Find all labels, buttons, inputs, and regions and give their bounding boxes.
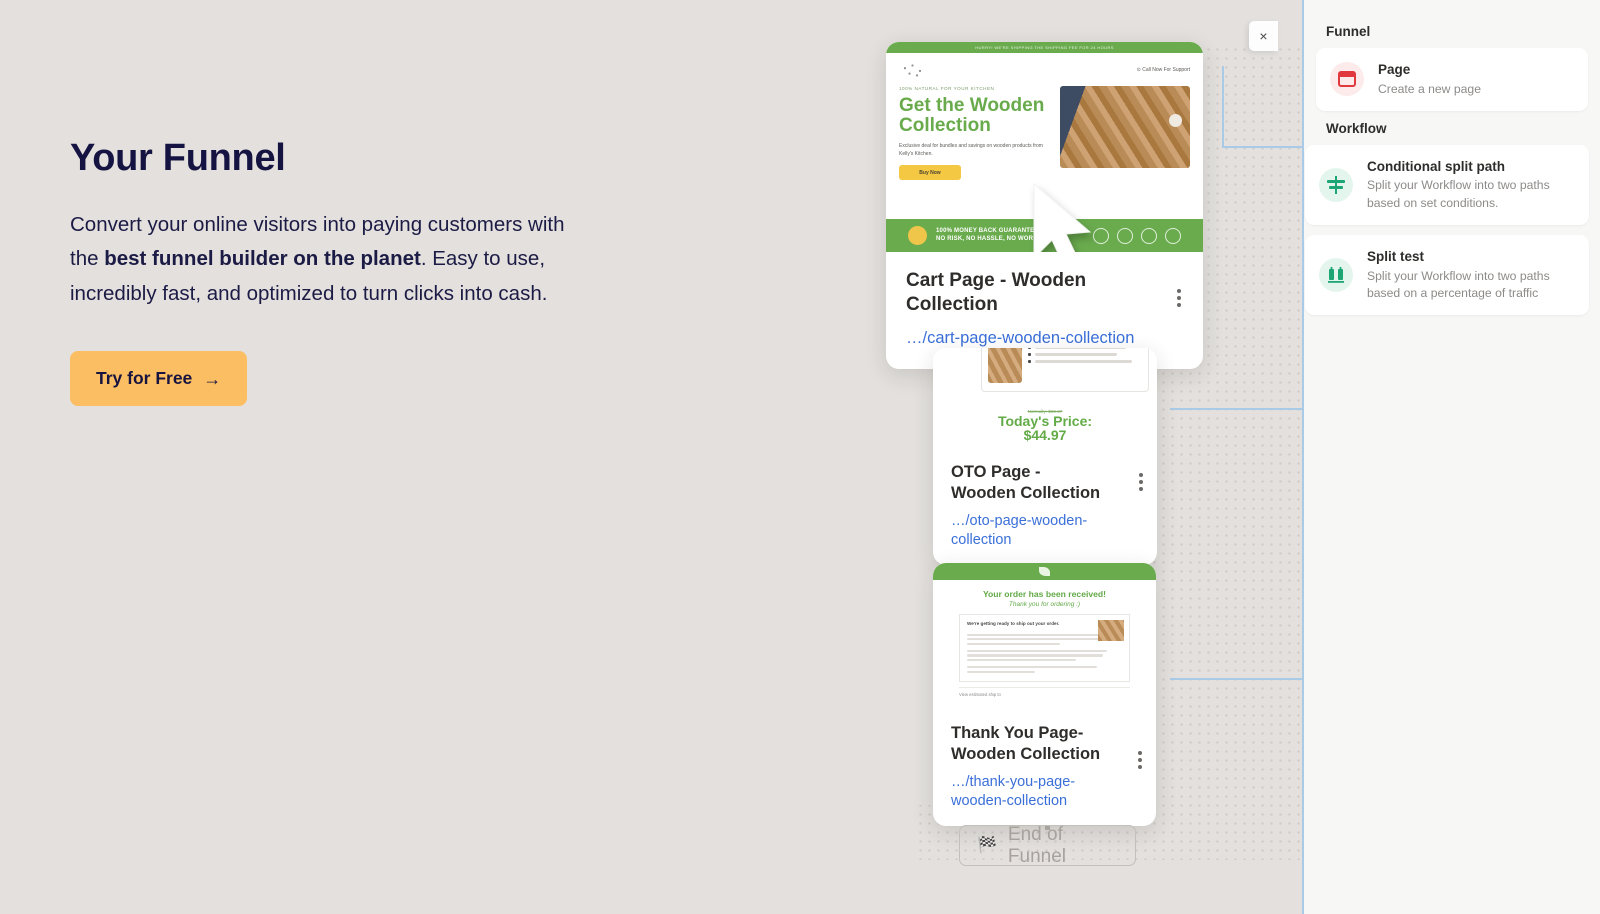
kebab-menu-icon[interactable] <box>1139 473 1143 491</box>
element-picker-sidebar: Funnel Page Create a new page Workflow C… <box>1302 0 1600 914</box>
arrow-right-icon: → <box>203 368 222 389</box>
kebab-menu-icon[interactable] <box>1138 751 1142 769</box>
kebab-menu-icon[interactable] <box>1177 289 1181 307</box>
thank-you-page-thumbnail: Your order has been received! Thank you … <box>933 563 1156 709</box>
thumb-logo <box>899 61 929 79</box>
page-window-icon <box>1330 62 1364 97</box>
sidebar-link-line <box>1222 66 1224 148</box>
funnel-node-oto-page[interactable]: Normally: $89.97 Today's Price: $44.97 O… <box>933 348 1157 566</box>
ty-headline: Your order has been received! <box>982 589 1107 599</box>
badge-icon <box>1093 227 1109 244</box>
page-window-icon-glyph <box>1338 71 1356 88</box>
cart-page-thumbnail: HURRY! WE'RE SHIPPING THE SHIPPING FEE F… <box>886 42 1203 252</box>
oto-price-label: Today's Price: <box>997 412 1093 429</box>
sidebar-section-funnel: Funnel <box>1326 24 1371 39</box>
thumb-headline: Get the Wooden Collection <box>899 95 1045 137</box>
badge-icon <box>1117 227 1133 244</box>
thumb-subtext: Exclusive deal for bundles and savings o… <box>899 143 1043 157</box>
sidebar-item-split-test[interactable]: Split test Split your Workflow into two … <box>1305 235 1589 316</box>
hero-section: Your Funnel Convert your online visitors… <box>70 137 570 407</box>
sidebar-item-conditional-split-path[interactable]: Conditional split path Split your Workfl… <box>1305 144 1589 226</box>
dot-mask <box>916 0 1302 42</box>
sidebar-item-desc: Split your Workflow into two paths based… <box>1367 268 1550 300</box>
sidebar-link-line <box>1170 678 1302 680</box>
oto-product-photo <box>988 348 1022 383</box>
ty-panel-image <box>1098 620 1124 641</box>
sidebar-item-title: Split test <box>1367 249 1425 265</box>
dot-mask <box>916 565 933 805</box>
thumb-support-text: ⊙ Call Now For Support <box>1136 67 1190 73</box>
node-url[interactable]: …/thank-you-page-wooden-collection <box>951 773 1138 810</box>
guarantee-line-2: NO RISK, NO HASSLE, NO WORRY <box>936 235 1042 242</box>
close-panel-button[interactable]: × <box>1249 21 1278 51</box>
thumb-announcement-bar: HURRY! WE'RE SHIPPING THE SHIPPING FEE F… <box>886 42 1203 53</box>
ty-brand-bar <box>933 563 1156 580</box>
end-of-funnel-marker: 🏁 End of Funnel <box>959 823 1136 867</box>
hero-description: Convert your online visitors into paying… <box>70 208 570 311</box>
split-test-icon <box>1319 258 1353 293</box>
guarantee-seal-icon <box>908 226 927 245</box>
thumb-product-image <box>1060 86 1190 168</box>
badge-icon <box>1141 227 1157 244</box>
sidebar-item-desc: Split your Workflow into two paths based… <box>1367 178 1550 210</box>
ty-detail-panel: We're getting ready to ship out your ord… <box>959 614 1130 682</box>
hero-text-bold: best funnel builder on the planet <box>104 247 421 271</box>
thumb-buy-button: Buy Now <box>899 165 961 181</box>
dot-mask <box>916 860 1302 914</box>
guarantee-line-1: 100% MONEY BACK GUARANTEE <box>936 228 1039 234</box>
thumb-eyebrow: 100% NATURAL FOR YOUR KITCHEN <box>899 86 995 91</box>
node-title: OTO Page - Wooden Collection <box>951 463 1101 502</box>
node-url[interactable]: …/cart-page-wooden-collection <box>906 328 1183 349</box>
leaf-logo-icon <box>1039 567 1050 576</box>
funnel-node-cart-page[interactable]: HURRY! WE'RE SHIPPING THE SHIPPING FEE F… <box>886 42 1203 369</box>
thumb-guarantee-bar: 100% MONEY BACK GUARANTEE NO RISK, NO HA… <box>886 219 1203 252</box>
sidebar-item-desc: Create a new page <box>1378 81 1481 96</box>
sidebar-link-line <box>1170 408 1302 410</box>
split-test-icon-glyph <box>1328 267 1344 283</box>
ty-panel-title: We're getting ready to ship out your ord… <box>967 621 1060 626</box>
ty-subhead: Thank you for ordering :) <box>1008 601 1081 608</box>
sidebar-item-title: Page <box>1378 62 1411 77</box>
sidebar-item-title: Conditional split path <box>1367 158 1505 174</box>
oto-offer-card <box>981 348 1149 392</box>
checkered-flag-icon: 🏁 <box>977 836 997 854</box>
close-icon: × <box>1259 28 1268 44</box>
signpost-icon-glyph <box>1327 175 1345 194</box>
oto-price-value: $44.97 <box>1023 427 1067 444</box>
end-of-funnel-label: End of Funnel <box>1007 823 1067 867</box>
guarantee-badges <box>1093 227 1181 244</box>
thumb-announcement-text: HURRY! WE'RE SHIPPING THE SHIPPING FEE F… <box>975 45 1114 50</box>
dot-mask <box>1203 0 1223 46</box>
node-url[interactable]: …/oto-page-wooden-collection <box>951 512 1139 549</box>
node-title: Cart Page - Wooden Collection <box>906 270 1087 315</box>
oto-page-thumbnail: Normally: $89.97 Today's Price: $44.97 <box>933 348 1157 448</box>
badge-icon <box>1165 227 1181 244</box>
funnel-node-thank-you-page[interactable]: Your order has been received! Thank you … <box>933 563 1156 827</box>
sidebar-item-page[interactable]: Page Create a new page <box>1316 48 1588 111</box>
ty-footer-text: View estimated ship to <box>959 686 1130 697</box>
sidebar-section-workflow: Workflow <box>1326 120 1387 136</box>
cta-label: Try for Free <box>96 368 193 389</box>
node-title: Thank You Page- Wooden Collection <box>951 724 1101 763</box>
dot-mask <box>916 345 933 565</box>
sidebar-link-line <box>1222 146 1302 148</box>
signpost-icon <box>1319 167 1353 202</box>
try-for-free-button[interactable]: Try for Free → <box>70 351 248 407</box>
page-title: Your Funnel <box>70 137 286 179</box>
